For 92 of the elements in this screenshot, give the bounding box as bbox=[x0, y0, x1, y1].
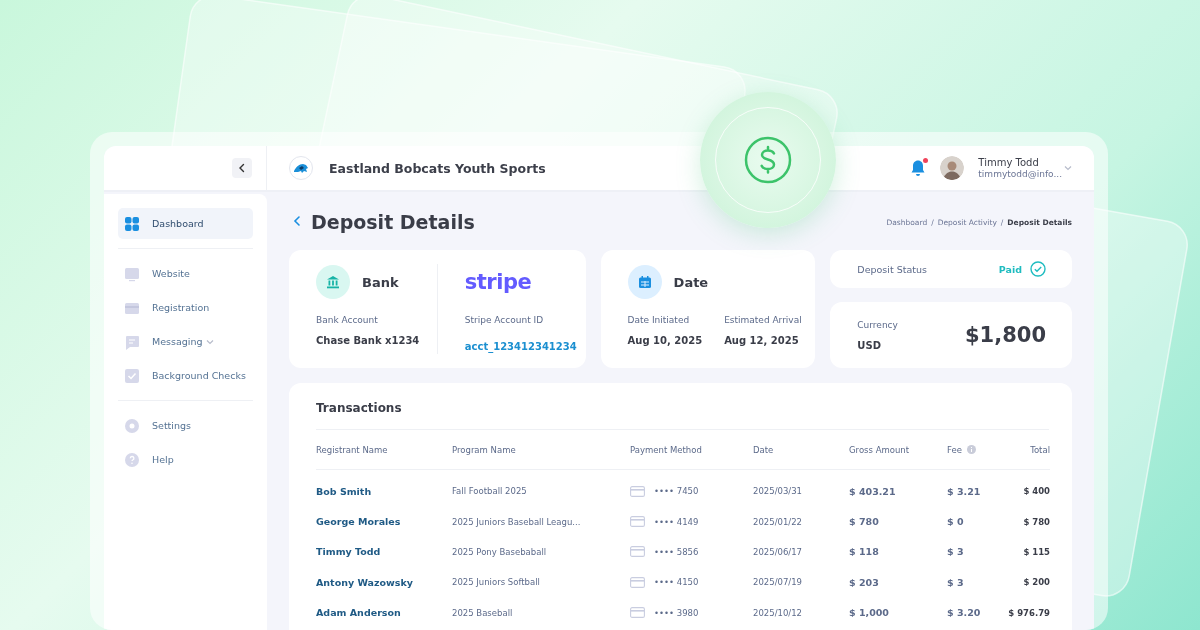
column-header: Fee bbox=[947, 444, 962, 455]
sidebar-item[interactable]: Background Checks bbox=[118, 360, 253, 391]
column-header: Payment Method bbox=[630, 444, 702, 455]
user-email: timmytodd@info... bbox=[978, 169, 1062, 179]
table-cell: 2025 Juniors Softball bbox=[452, 577, 540, 588]
table-cell: •••• 5856 bbox=[654, 546, 699, 557]
sidebar-item[interactable]: Settings bbox=[118, 410, 253, 441]
calendar-icon bbox=[637, 275, 652, 289]
organization-name: Eastland Bobcats Youth Sports bbox=[329, 160, 546, 176]
table-cell: $ 780 bbox=[1023, 516, 1050, 527]
bank-icon bbox=[326, 275, 340, 289]
bell-icon[interactable] bbox=[910, 159, 927, 177]
field-label: Estimated Arrival bbox=[724, 315, 802, 325]
field-label: Date Initiated bbox=[627, 315, 691, 325]
table-cell: 2025/10/12 bbox=[753, 607, 802, 618]
table-cell: 2025/01/22 bbox=[753, 516, 802, 527]
column-header: Total bbox=[1030, 444, 1050, 455]
dollar-icon bbox=[744, 136, 792, 184]
column-header: Gross Amount bbox=[849, 444, 910, 455]
table-cell: $ 115 bbox=[1023, 546, 1050, 557]
monitor-icon bbox=[124, 265, 140, 282]
sidebar-item[interactable]: Registration bbox=[118, 292, 253, 323]
table-cell: $ 203 bbox=[849, 576, 879, 588]
column-header: Registrant Name bbox=[316, 444, 388, 455]
table-cell: 2025 Pony Basebaball bbox=[452, 546, 547, 557]
card-title: Date bbox=[673, 274, 709, 290]
field-label: Stripe Account ID bbox=[464, 315, 545, 325]
stripe-logo: stripe bbox=[464, 270, 532, 294]
status-text: Paid bbox=[998, 263, 1022, 275]
help-icon bbox=[124, 451, 140, 468]
registrant-link[interactable]: Antony Wazowsky bbox=[316, 576, 413, 588]
table-cell: $ 3 bbox=[947, 576, 964, 588]
table-cell: $ 3 bbox=[947, 546, 964, 558]
avatar bbox=[940, 156, 965, 180]
table-cell: $ 3.20 bbox=[947, 607, 981, 619]
credit-card-icon bbox=[630, 485, 645, 497]
registrant-link[interactable]: Timmy Todd bbox=[316, 546, 381, 558]
table-cell: •••• 4149 bbox=[654, 516, 699, 527]
section-title: Transactions bbox=[316, 401, 1049, 430]
checkbox-icon bbox=[124, 367, 140, 384]
table-cell: •••• 4150 bbox=[654, 577, 699, 588]
user-name: Timmy Todd bbox=[978, 157, 1040, 168]
grid-icon bbox=[124, 215, 140, 232]
table-cell: 2025/03/31 bbox=[753, 486, 802, 497]
table-cell: 2025 Baseball bbox=[452, 607, 513, 618]
chevron-left-icon bbox=[238, 163, 246, 173]
back-button[interactable] bbox=[293, 215, 303, 229]
credit-card-icon bbox=[630, 516, 645, 528]
table-cell: Fall Football 2025 bbox=[452, 486, 527, 497]
table-cell: •••• 7450 bbox=[654, 486, 699, 497]
field-label: Currency bbox=[857, 319, 898, 330]
page-title: Deposit Details bbox=[311, 211, 475, 233]
registrant-link[interactable]: Adam Anderson bbox=[316, 607, 401, 619]
column-header: Program Name bbox=[452, 444, 516, 455]
field-label: Bank Account bbox=[316, 315, 379, 325]
field-value: Aug 10, 2025 bbox=[627, 335, 703, 346]
registrant-link[interactable]: Bob Smith bbox=[316, 485, 372, 497]
credit-card-icon bbox=[630, 607, 645, 619]
field-value: Aug 12, 2025 bbox=[724, 335, 800, 346]
card-title: Bank bbox=[362, 274, 399, 290]
chevron-down-icon[interactable] bbox=[1064, 165, 1072, 171]
table-cell: $ 976.79 bbox=[1008, 607, 1050, 618]
field-label: Deposit Status bbox=[857, 263, 927, 275]
table-cell: $ 400 bbox=[1023, 486, 1050, 497]
chevron-left-icon bbox=[293, 215, 301, 227]
table-cell: $ 118 bbox=[849, 546, 879, 558]
collapse-button[interactable] bbox=[232, 158, 252, 178]
sidebar-item[interactable]: Dashboard bbox=[118, 208, 253, 239]
table-cell: $ 3.21 bbox=[947, 485, 981, 497]
field-value: USD bbox=[857, 339, 882, 351]
field-value: Chase Bank x1234 bbox=[316, 335, 421, 346]
chat-icon bbox=[124, 333, 140, 350]
info-icon[interactable] bbox=[966, 445, 976, 454]
deposit-amount: $1,800 bbox=[964, 323, 1046, 347]
registrant-link[interactable]: George Morales bbox=[316, 516, 401, 528]
sidebar-item[interactable]: Website bbox=[118, 258, 253, 289]
chevron-down-icon bbox=[206, 338, 215, 345]
table-cell: $ 200 bbox=[1023, 577, 1050, 588]
column-header: Date bbox=[753, 444, 774, 455]
table-cell: •••• 3980 bbox=[654, 607, 699, 618]
sidebar-item[interactable]: Help bbox=[118, 444, 253, 475]
table-cell: $ 1,000 bbox=[849, 607, 889, 619]
account-id-link[interactable]: acct_123412341234 bbox=[464, 341, 577, 352]
table-cell: 2025/07/19 bbox=[753, 577, 802, 588]
sidebar-item[interactable]: Messaging bbox=[118, 326, 253, 357]
table-cell: 2025/06/17 bbox=[753, 546, 802, 557]
table-cell: $ 403.21 bbox=[849, 485, 896, 497]
table-cell: $ 0 bbox=[947, 516, 964, 528]
credit-card-icon bbox=[630, 546, 645, 558]
table-cell: $ 780 bbox=[849, 516, 879, 528]
table-cell: 2025 Juniors Baseball Leagu... bbox=[452, 516, 581, 527]
credit-card-icon bbox=[630, 576, 645, 588]
